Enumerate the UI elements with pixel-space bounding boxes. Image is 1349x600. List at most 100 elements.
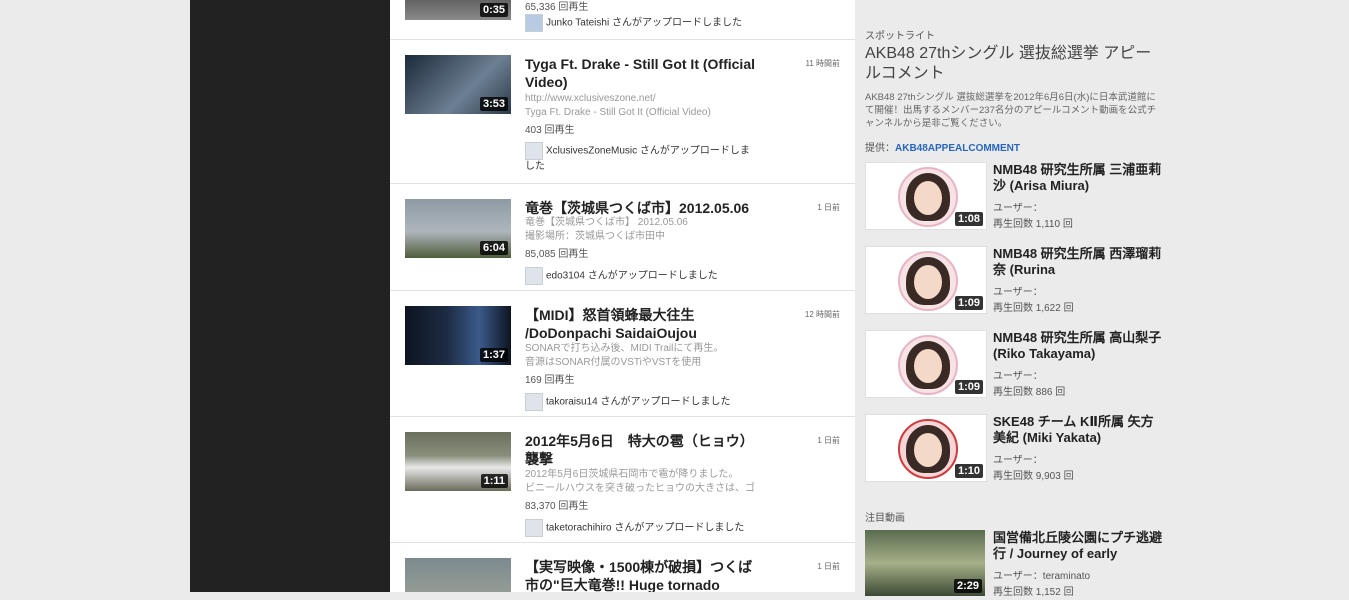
description-line: SONARで打ち込み後、MIDI Trailにて再生。 xyxy=(525,343,724,354)
uploader-line[interactable]: takoraisu14 さんがアップロードしました xyxy=(525,393,765,411)
description-line: ビニールハウスを突き破ったヒョウの大きさは、ゴ xyxy=(525,483,755,494)
spotlight-title[interactable]: AKB48 27thシングル 選抜総選挙 アピールコメント xyxy=(865,44,1165,84)
view-count: 再生回数 1,110 回 xyxy=(993,219,1073,230)
uploader-line[interactable]: XclusivesZoneMusic さんがアップロードしました xyxy=(525,142,755,174)
feed-item: 3:53 Tyga Ft. Drake - Still Got It (Offi… xyxy=(390,40,855,184)
description-line: 撮影場所：茨城県つくば市田中 xyxy=(525,231,665,242)
right-sidebar: スポットライト AKB48 27thシングル 選抜総選挙 アピールコメント AK… xyxy=(855,0,1175,598)
feed-item: 1:11 2012年5月6日 特大の雹（ヒョウ）襲撃 1 日前 2012年5月6… xyxy=(390,417,855,543)
video-user: ユーザー： xyxy=(993,203,1043,214)
view-count: 403 回再生 xyxy=(525,125,575,136)
video-title[interactable]: 竜巻【茨城県つくば市】2012.05.06 xyxy=(525,199,765,217)
member-photo xyxy=(898,335,958,395)
upload-time: 11 時間前 xyxy=(805,59,840,68)
view-count: 85,085 回再生 xyxy=(525,249,589,260)
spotlight-provider: 提供：AKB48APPEALCOMMENT xyxy=(865,139,1020,154)
video-description: 竜巻【茨城県つくば市】 2012.05.06 撮影場所：茨城県つくば市田中 xyxy=(525,216,755,244)
description-line: 2012年5月6日茨城県石岡市で雹が降りました。 xyxy=(525,469,739,480)
avatar xyxy=(525,142,543,160)
upload-time: 1 日前 xyxy=(817,203,840,212)
uploader-line[interactable]: taketorachihiro さんがアップロードしました xyxy=(525,519,765,537)
video-title[interactable]: NMB48 研究生所属 三浦亜莉沙 (Arisa Miura) xyxy=(993,162,1163,194)
video-description: SONARで打ち込み後、MIDI Trailにて再生。 音源はSONAR付属のV… xyxy=(525,342,755,370)
video-user: ユーザー： xyxy=(993,455,1043,466)
video-thumbnail[interactable]: 1:37 xyxy=(405,306,511,365)
video-thumbnail[interactable]: 3:53 xyxy=(405,55,511,114)
provider-link[interactable]: AKB48APPEALCOMMENT xyxy=(895,143,1020,154)
duration-badge: 2:29 xyxy=(953,579,982,593)
view-count: 再生回数 886 回 xyxy=(993,387,1066,398)
upload-time: 1 日前 xyxy=(817,436,840,445)
video-title[interactable]: 2012年5月6日 特大の雹（ヒョウ）襲撃 xyxy=(525,432,765,468)
video-description: 2012年5月6日茨城県石岡市で雹が降りました。 ビニールハウスを突き破ったヒョ… xyxy=(525,468,755,496)
uploader-text: Junko Tateishi さんがアップロードしました xyxy=(546,17,742,29)
view-count: 169 回再生 xyxy=(525,375,575,386)
video-thumbnail[interactable]: 0:35 xyxy=(405,0,511,20)
avatar xyxy=(525,267,543,285)
video-title[interactable]: NMB48 研究生所属 西澤瑠莉奈 (Rurina xyxy=(993,246,1163,278)
video-thumbnail[interactable]: 1:09 xyxy=(865,330,987,398)
spotlight-video-item[interactable]: 1:09 NMB48 研究生所属 西澤瑠莉奈 (Rurina ユーザー： 再生回… xyxy=(865,246,1165,316)
view-count: 83,370 回再生 xyxy=(525,501,589,512)
spotlight-label: スポットライト xyxy=(865,31,935,42)
upload-time: 12 時間前 xyxy=(804,310,840,319)
spotlight-video-item[interactable]: 1:10 SKE48 チーム KⅡ所属 矢方美紀 (Miki Yakata) ユ… xyxy=(865,414,1165,484)
feed-item: 0:35 65,336 回再生 Junko Tateishi さんがアップロード… xyxy=(390,0,855,40)
duration-badge: 1:09 xyxy=(954,380,983,394)
video-description: http://www.xclusiveszone.net/ Tyga Ft. D… xyxy=(525,92,755,120)
spotlight-description: AKB48 27thシングル 選抜総選挙を2012年6月6日(水)に日本武道館に… xyxy=(865,92,1157,129)
view-count: 65,336 回再生 xyxy=(525,2,589,13)
duration-badge: 1:37 xyxy=(479,348,508,362)
uploader-line[interactable]: Junko Tateishi さんがアップロードしました xyxy=(525,14,765,32)
featured-label: 注目動画 xyxy=(865,513,905,524)
description-line: http://www.xclusiveszone.net/ xyxy=(525,93,656,104)
video-user: ユーザー： xyxy=(993,287,1043,298)
uploader-text: XclusivesZoneMusic さんがアップロードしました xyxy=(525,145,750,172)
provider-label: 提供： xyxy=(865,143,895,154)
video-thumbnail[interactable]: 6:04 xyxy=(405,199,511,258)
avatar xyxy=(525,519,543,537)
description-line: 音源はSONAR付属のVSTiやVSTを使用 xyxy=(525,357,702,368)
video-thumbnail[interactable]: 1:08 xyxy=(865,162,987,230)
view-count: 再生回数 1,622 回 xyxy=(993,303,1074,314)
view-count: 再生回数 1,152 回 xyxy=(993,587,1074,598)
member-photo xyxy=(898,167,958,227)
video-thumbnail[interactable]: 2:29 xyxy=(865,530,985,596)
video-title[interactable]: SKE48 チーム KⅡ所属 矢方美紀 (Miki Yakata) xyxy=(993,414,1163,446)
duration-badge: 1:10 xyxy=(954,464,983,478)
video-title[interactable]: Tyga Ft. Drake - Still Got It (Official … xyxy=(525,55,765,91)
featured-video-item[interactable]: 2:29 国営備北丘陵公園にプチ逃避行 / Journey of early ユ… xyxy=(865,530,1165,600)
avatar xyxy=(525,393,543,411)
video-thumbnail[interactable]: 1:09 xyxy=(865,246,987,314)
duration-badge: 3:53 xyxy=(479,97,508,111)
spotlight-video-item[interactable]: 1:08 NMB48 研究生所属 三浦亜莉沙 (Arisa Miura) ユーザ… xyxy=(865,162,1165,232)
duration-badge: 6:04 xyxy=(479,241,508,255)
description-line: 竜巻【茨城県つくば市】 2012.05.06 xyxy=(525,217,688,228)
video-thumbnail[interactable] xyxy=(405,558,511,592)
spotlight-video-item[interactable]: 1:09 NMB48 研究生所属 高山梨子 (Riko Takayama) ユー… xyxy=(865,330,1165,400)
duration-badge: 1:11 xyxy=(480,474,508,488)
video-thumbnail[interactable]: 1:11 xyxy=(405,432,511,491)
member-photo xyxy=(898,251,958,311)
video-user: ユーザー：teraminato xyxy=(993,571,1091,582)
video-title[interactable]: 【MIDI】怒首領蜂最大往生 /DoDonpachi SaidaiOujou xyxy=(525,306,765,342)
upload-time: 1 日前 xyxy=(817,562,840,571)
video-title[interactable]: NMB48 研究生所属 高山梨子 (Riko Takayama) xyxy=(993,330,1163,362)
video-title[interactable]: 【実写映像・1500棟が破損】つくば市の"巨大竜巻!! Huge tornado xyxy=(525,558,765,592)
uploader-line[interactable]: edo3104 さんがアップロードしました xyxy=(525,267,765,285)
left-dark-panel xyxy=(190,0,390,592)
uploader-text: edo3104 さんがアップロードしました xyxy=(546,270,718,282)
feed-item: 6:04 竜巻【茨城県つくば市】2012.05.06 1 日前 竜巻【茨城県つく… xyxy=(390,184,855,291)
feed-item: 1:37 【MIDI】怒首領蜂最大往生 /DoDonpachi SaidaiOu… xyxy=(390,291,855,417)
uploader-text: takoraisu14 さんがアップロードしました xyxy=(546,396,731,408)
video-user: ユーザー： xyxy=(993,371,1043,382)
feed-item: 【実写映像・1500棟が破損】つくば市の"巨大竜巻!! Huge tornado… xyxy=(390,543,855,592)
description-line: Tyga Ft. Drake - Still Got It (Official … xyxy=(525,107,711,118)
member-photo xyxy=(898,419,958,479)
video-title[interactable]: 国営備北丘陵公園にプチ逃避行 / Journey of early xyxy=(993,530,1163,562)
duration-badge: 0:35 xyxy=(479,3,508,17)
duration-badge: 1:09 xyxy=(954,296,983,310)
uploader-text: taketorachihiro さんがアップロードしました xyxy=(546,522,745,534)
view-count: 再生回数 9,903 回 xyxy=(993,471,1074,482)
video-thumbnail[interactable]: 1:10 xyxy=(865,414,987,482)
